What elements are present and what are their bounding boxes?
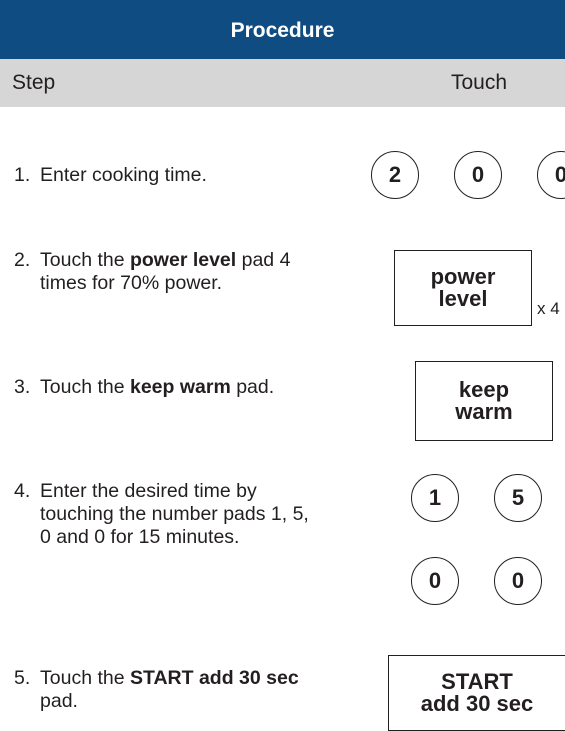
digit-0-key: 0 bbox=[411, 557, 459, 605]
digit-0-key: 0 bbox=[537, 151, 565, 199]
digit-0-key: 0 bbox=[454, 151, 502, 199]
step-3-number: 3. bbox=[14, 376, 31, 398]
step-4-text: 4. Enter the desired time by touching the… bbox=[14, 480, 344, 549]
keep-warm-pad: keep warm bbox=[415, 361, 553, 441]
touch-column-header: Touch bbox=[451, 71, 508, 94]
step-2-number: 2. bbox=[14, 249, 31, 271]
power-level-pad: power level bbox=[394, 250, 532, 326]
step-3-pad-name: keep warm bbox=[129, 376, 231, 398]
digit-0-key: 0 bbox=[494, 557, 542, 605]
step-1-text-part: Enter cooking time. bbox=[40, 164, 207, 186]
step-3-text-part: pad. bbox=[230, 376, 275, 398]
press-count-label: x 4 bbox=[537, 299, 560, 318]
step-column-header: Step bbox=[12, 71, 56, 94]
digit-1-key: 1 bbox=[411, 474, 459, 522]
step-4-number: 4. bbox=[14, 480, 31, 502]
step-1-instruction: Enter cooking time. bbox=[40, 164, 340, 187]
step-5-instruction: Touch the START add 30 sec pad. bbox=[40, 667, 340, 713]
step-2-text-part: Touch the bbox=[40, 249, 130, 271]
pad-label-line: warm bbox=[455, 399, 513, 424]
step-5-text-part: Touch the bbox=[40, 667, 130, 689]
step-1-text: 1. Enter cooking time. bbox=[14, 164, 344, 187]
pad-label-line: add 30 sec bbox=[420, 691, 534, 716]
pad-label-line: level bbox=[438, 286, 488, 311]
step-2-text: 2. Touch the power level pad 4 times for … bbox=[14, 249, 344, 295]
step-3-instruction: Touch the keep warm pad. bbox=[40, 376, 340, 399]
step-3-text-part: Touch the bbox=[40, 376, 130, 398]
procedure-header: Procedure bbox=[0, 0, 565, 59]
step-5-text: 5. Touch the START add 30 sec pad. bbox=[14, 667, 344, 713]
step-4-text-part: Enter the desired time by touching the n… bbox=[40, 480, 309, 548]
digit-5-key: 5 bbox=[494, 474, 542, 522]
pad-label-line: keep bbox=[458, 377, 510, 402]
step-5-text-part: pad. bbox=[40, 690, 78, 712]
step-5-pad-name: START add 30 sec bbox=[129, 667, 299, 689]
column-header-row: Step Touch bbox=[0, 59, 565, 107]
step-1-number: 1. bbox=[14, 164, 31, 186]
step-2-pad-name: power level bbox=[129, 249, 237, 271]
pad-label-line: START bbox=[441, 669, 513, 694]
step-5-number: 5. bbox=[14, 667, 31, 689]
step-4-instruction: Enter the desired time by touching the n… bbox=[40, 480, 320, 549]
pad-label-line: power bbox=[430, 264, 496, 289]
step-2-instruction: Touch the power level pad 4 times for 70… bbox=[40, 249, 340, 295]
step-3-text: 3. Touch the keep warm pad. bbox=[14, 376, 344, 399]
digit-2-key: 2 bbox=[371, 151, 419, 199]
start-add-30-sec-pad: START add 30 sec bbox=[388, 655, 565, 731]
